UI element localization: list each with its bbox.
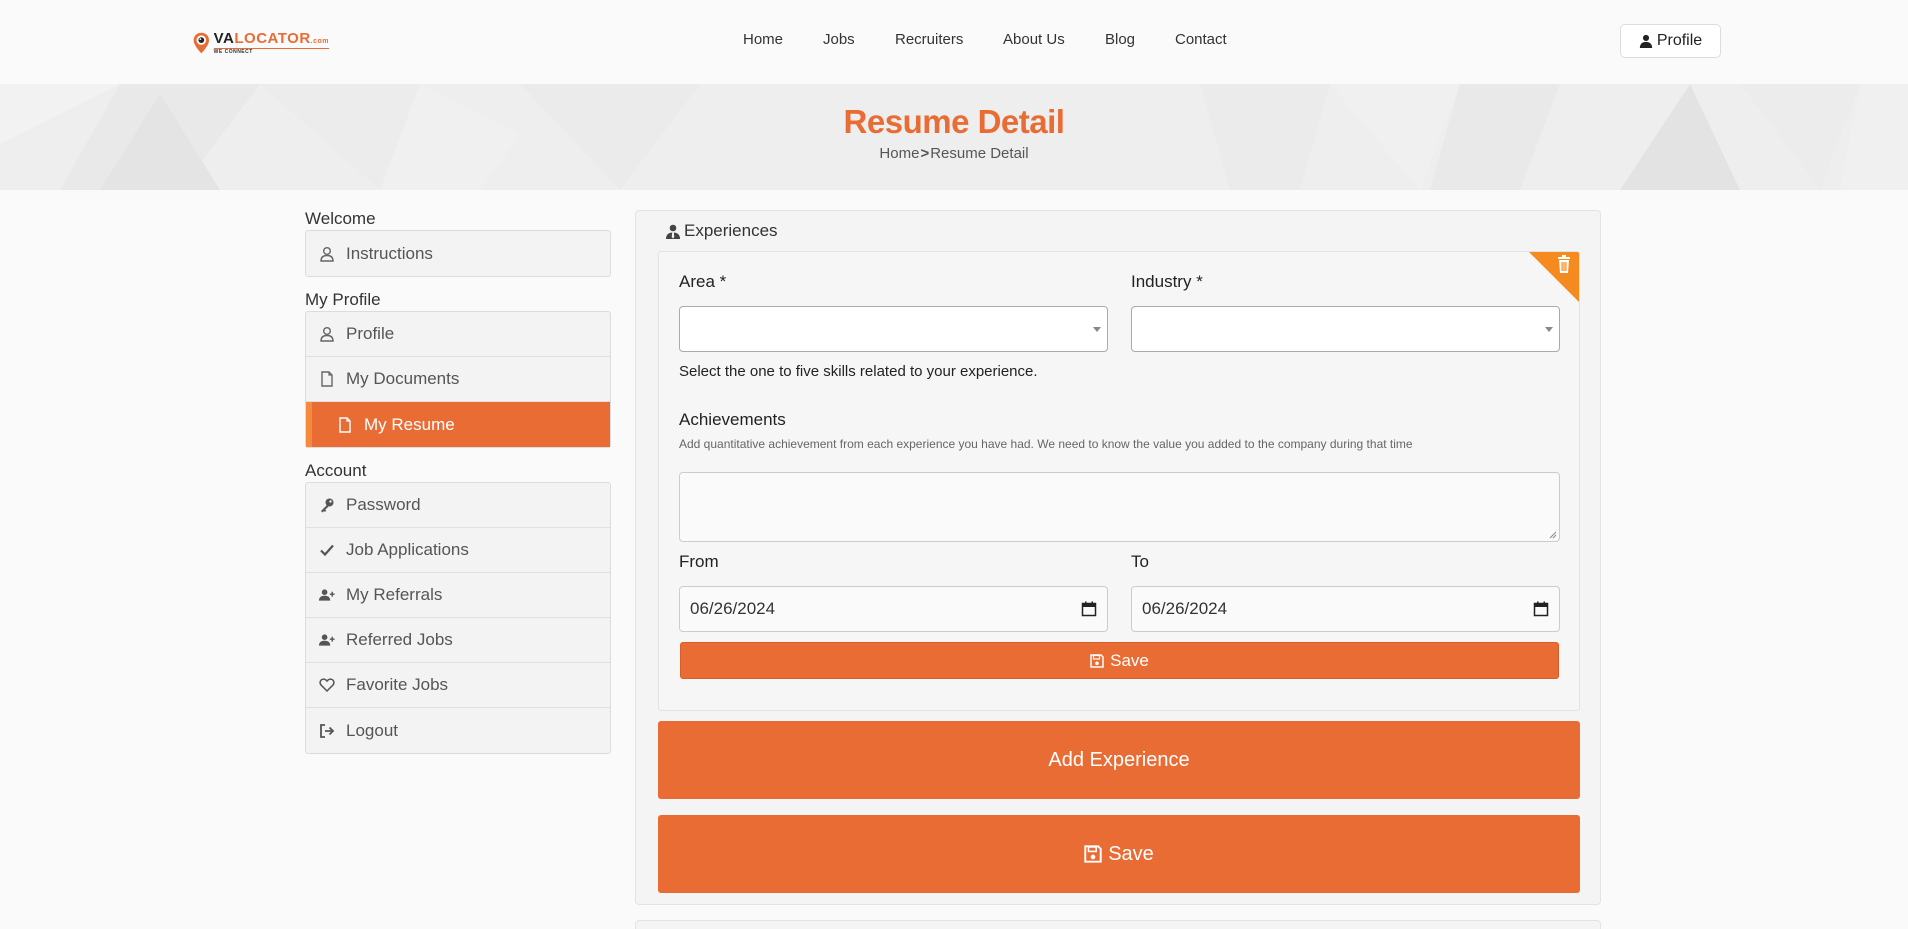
sidebar-item-referred-jobs[interactable]: Referred Jobs <box>306 618 610 663</box>
page-banner: Resume Detail Home>Resume Detail <box>0 84 1908 190</box>
from-date-input[interactable]: 06/26/2024 <box>679 586 1108 632</box>
sidebar-item-label: Logout <box>346 720 398 740</box>
nav-link-about-us[interactable]: About Us <box>1003 31 1065 48</box>
heart-icon <box>316 676 338 694</box>
save-experience-label: Save <box>1110 650 1149 670</box>
sidebar-heading-my-profile: My Profile <box>305 290 381 309</box>
profile-button[interactable]: Profile <box>1620 24 1721 58</box>
sidebar-item-label: Referred Jobs <box>346 630 453 649</box>
to-label: To <box>1131 552 1149 571</box>
calendar-icon[interactable] <box>1081 601 1097 617</box>
chevron-down-icon <box>1093 327 1101 332</box>
breadcrumb-home-link[interactable]: Home <box>879 145 919 162</box>
sidebar-item-label: Favorite Jobs <box>346 675 449 694</box>
sidebar-heading-account: Account <box>305 461 367 480</box>
sidebar-item-my-resume[interactable]: My Resume <box>306 402 610 447</box>
key-icon <box>316 496 338 514</box>
sidebar-item-profile[interactable]: Profile <box>306 312 610 357</box>
logout-icon <box>316 722 338 740</box>
nav-link-recruiters[interactable]: Recruiters <box>895 31 963 48</box>
floppy-disk-icon <box>1084 845 1102 863</box>
user-icon <box>1639 34 1652 48</box>
check-icon <box>316 541 338 559</box>
document-icon <box>334 416 356 434</box>
sidebar-item-password[interactable]: Password <box>306 483 610 528</box>
sidebar-item-label: Job Applications <box>346 540 469 559</box>
achievements-help-text: Add quantitative achievement from each e… <box>679 437 1413 451</box>
nav-link-jobs[interactable]: Jobs <box>823 31 855 48</box>
experiences-section-title: Experiences <box>666 221 778 241</box>
sidebar-item-favorite-jobs[interactable]: Favorite Jobs <box>306 663 610 708</box>
sidebar-item-my-documents[interactable]: My Documents <box>306 357 610 402</box>
user-outline-icon <box>316 325 338 343</box>
add-experience-button[interactable]: Add Experience <box>658 721 1580 799</box>
to-date-value: 06/26/2024 <box>1142 599 1228 618</box>
nav-link-home[interactable]: Home <box>743 31 783 48</box>
sidebar-group-welcome: Instructions <box>305 230 611 277</box>
nav-link-blog[interactable]: Blog <box>1105 31 1135 48</box>
user-outline-icon <box>316 245 338 263</box>
sidebar-item-job-applications[interactable]: Job Applications <box>306 528 610 573</box>
floppy-disk-icon <box>1090 653 1104 668</box>
user-tie-icon <box>666 224 680 239</box>
document-icon <box>316 370 338 388</box>
save-resume-label: Save <box>1108 842 1154 865</box>
experiences-panel: Experiences Area * Industry * Select the… <box>635 210 1601 905</box>
skills-help-text: Select the one to five skills related to… <box>679 363 1038 380</box>
sidebar-item-my-referrals[interactable]: My Referrals <box>306 573 610 618</box>
sidebar-group-my-profile: Profile My Documents My Resume <box>305 311 611 448</box>
sidebar-group-account: Password Job Applications My Referrals R… <box>305 482 611 754</box>
user-plus-icon <box>316 586 338 604</box>
achievements-label: Achievements <box>679 410 786 429</box>
sidebar-item-logout[interactable]: Logout <box>306 708 610 753</box>
chevron-down-icon <box>1545 327 1553 332</box>
delete-experience-button[interactable] <box>1529 252 1579 302</box>
profile-button-label: Profile <box>1656 32 1703 49</box>
breadcrumb: Home>Resume Detail <box>0 145 1908 162</box>
sidebar-item-label: My Referrals <box>346 585 443 604</box>
industry-select[interactable] <box>1131 306 1560 352</box>
sidebar-heading-welcome: Welcome <box>305 209 376 228</box>
breadcrumb-separator: > <box>920 145 930 162</box>
sidebar-item-label: My Documents <box>346 369 460 388</box>
area-select[interactable] <box>679 306 1108 352</box>
area-label: Area * <box>679 272 727 291</box>
trash-icon <box>1558 255 1570 273</box>
breadcrumb-current: Resume Detail <box>930 145 1029 162</box>
resize-handle-icon[interactable] <box>1549 531 1557 539</box>
next-section-panel <box>635 920 1601 929</box>
industry-label: Industry * <box>1131 272 1203 291</box>
user-plus-icon <box>316 631 338 649</box>
sidebar-item-instructions[interactable]: Instructions <box>306 231 610 276</box>
calendar-icon[interactable] <box>1533 601 1549 617</box>
site-header: VALOCATOR.com WE CONNECT Home Jobs Recru… <box>0 0 1908 84</box>
save-resume-button[interactable]: Save <box>658 815 1580 893</box>
to-date-input[interactable]: 06/26/2024 <box>1131 586 1560 632</box>
sidebar-item-label: Password <box>346 495 421 514</box>
add-experience-label: Add Experience <box>1048 748 1190 771</box>
experience-card: Area * Industry * Select the one to five… <box>658 251 1580 711</box>
from-date-value: 06/26/2024 <box>690 599 776 618</box>
experiences-title-label: Experiences <box>684 221 778 240</box>
save-experience-button[interactable]: Save <box>680 642 1559 679</box>
achievements-textarea[interactable] <box>679 472 1560 542</box>
sidebar-item-label: Profile <box>346 324 395 343</box>
nav-link-contact[interactable]: Contact <box>1175 31 1227 48</box>
sidebar-item-label: Instructions <box>346 243 433 263</box>
page-title: Resume Detail <box>843 103 1065 140</box>
from-label: From <box>679 552 719 571</box>
sidebar-item-label: My Resume <box>364 414 455 434</box>
